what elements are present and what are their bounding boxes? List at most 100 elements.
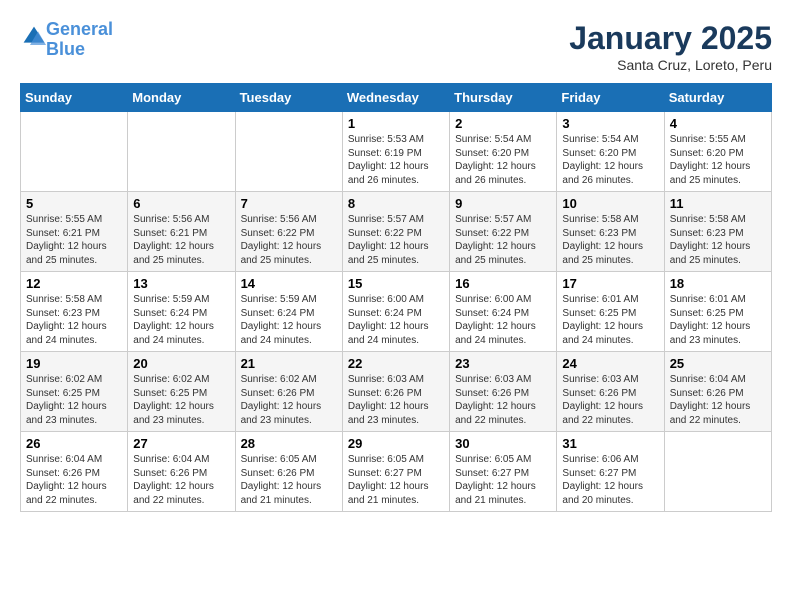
day-number: 31 — [562, 436, 658, 451]
day-info: Sunrise: 6:04 AM Sunset: 6:26 PM Dayligh… — [670, 373, 766, 427]
calendar-cell: 23 Sunrise: 6:03 AM Sunset: 6:26 PM Dayli… — [450, 352, 557, 432]
day-info: Sunrise: 6:05 AM Sunset: 6:27 PM Dayligh… — [348, 453, 444, 507]
day-info: Sunrise: 6:03 AM Sunset: 6:26 PM Dayligh… — [348, 373, 444, 427]
day-number: 10 — [562, 196, 658, 211]
day-info: Sunrise: 6:06 AM Sunset: 6:27 PM Dayligh… — [562, 453, 658, 507]
day-number: 3 — [562, 116, 658, 131]
day-number: 15 — [348, 276, 444, 291]
calendar-cell: 13Sunrise: 5:59 AM Sunset: 6:24 PM Dayli… — [128, 272, 235, 352]
day-number: 26 — [26, 436, 122, 451]
day-number: 22 — [348, 356, 444, 371]
calendar-cell: 31 Sunrise: 6:06 AM Sunset: 6:27 PM Dayli… — [557, 432, 664, 512]
calendar-cell: 14 Sunrise: 5:59 AM Sunset: 6:24 PM Dayli… — [235, 272, 342, 352]
day-number: 13 — [133, 276, 229, 291]
calendar-cell: 30 Sunrise: 6:05 AM Sunset: 6:27 PM Dayli… — [450, 432, 557, 512]
logo-text: General Blue — [46, 20, 113, 60]
day-number: 27 — [133, 436, 229, 451]
calendar-cell: 7Sunrise: 5:56 AM Sunset: 6:22 PM Daylig… — [235, 192, 342, 272]
weekday-header: Tuesday — [235, 84, 342, 112]
day-info: Sunrise: 6:03 AM Sunset: 6:26 PM Dayligh… — [455, 373, 551, 427]
calendar-cell: 22 Sunrise: 6:03 AM Sunset: 6:26 PM Dayli… — [342, 352, 449, 432]
calendar-cell: 24 Sunrise: 6:03 AM Sunset: 6:26 PM Dayli… — [557, 352, 664, 432]
day-number: 24 — [562, 356, 658, 371]
calendar-cell: 10 Sunrise: 5:58 AM Sunset: 6:23 PM Dayli… — [557, 192, 664, 272]
day-info: Sunrise: 6:02 AM Sunset: 6:25 PM Dayligh… — [26, 373, 122, 427]
calendar-cell: 25 Sunrise: 6:04 AM Sunset: 6:26 PM Dayli… — [664, 352, 771, 432]
month-title: January 2025 — [569, 20, 772, 57]
weekday-header: Thursday — [450, 84, 557, 112]
calendar-week-row: 12 Sunrise: 5:58 AM Sunset: 6:23 PM Dayli… — [21, 272, 772, 352]
day-info: Sunrise: 6:05 AM Sunset: 6:26 PM Dayligh… — [241, 453, 337, 507]
day-number: 16 — [455, 276, 551, 291]
day-number: 25 — [670, 356, 766, 371]
day-info: Sunrise: 5:58 AM Sunset: 6:23 PM Dayligh… — [670, 213, 766, 267]
logo: General Blue — [20, 20, 113, 60]
day-number: 28 — [241, 436, 337, 451]
day-info: Sunrise: 6:05 AM Sunset: 6:27 PM Dayligh… — [455, 453, 551, 507]
calendar-cell: 29 Sunrise: 6:05 AM Sunset: 6:27 PM Dayli… — [342, 432, 449, 512]
calendar-cell — [21, 112, 128, 192]
calendar-week-row: 26 Sunrise: 6:04 AM Sunset: 6:26 PM Dayli… — [21, 432, 772, 512]
day-info: Sunrise: 5:57 AM Sunset: 6:22 PM Dayligh… — [455, 213, 551, 267]
calendar-cell: 3Sunrise: 5:54 AM Sunset: 6:20 PM Daylig… — [557, 112, 664, 192]
day-info: Sunrise: 5:55 AM Sunset: 6:20 PM Dayligh… — [670, 133, 766, 187]
day-number: 21 — [241, 356, 337, 371]
calendar-cell: 9 Sunrise: 5:57 AM Sunset: 6:22 PM Daylig… — [450, 192, 557, 272]
calendar-cell: 16 Sunrise: 6:00 AM Sunset: 6:24 PM Dayli… — [450, 272, 557, 352]
calendar-week-row: 1 Sunrise: 5:53 AM Sunset: 6:19 PM Daylig… — [21, 112, 772, 192]
day-info: Sunrise: 5:58 AM Sunset: 6:23 PM Dayligh… — [562, 213, 658, 267]
day-number: 12 — [26, 276, 122, 291]
day-number: 18 — [670, 276, 766, 291]
day-info: Sunrise: 6:02 AM Sunset: 6:26 PM Dayligh… — [241, 373, 337, 427]
location-subtitle: Santa Cruz, Loreto, Peru — [569, 57, 772, 73]
day-number: 19 — [26, 356, 122, 371]
logo-icon — [22, 25, 46, 49]
day-number: 29 — [348, 436, 444, 451]
calendar-cell: 1 Sunrise: 5:53 AM Sunset: 6:19 PM Daylig… — [342, 112, 449, 192]
day-number: 30 — [455, 436, 551, 451]
title-block: January 2025 Santa Cruz, Loreto, Peru — [569, 20, 772, 73]
day-info: Sunrise: 6:04 AM Sunset: 6:26 PM Dayligh… — [26, 453, 122, 507]
day-info: Sunrise: 6:02 AM Sunset: 6:25 PM Dayligh… — [133, 373, 229, 427]
calendar-cell: 20Sunrise: 6:02 AM Sunset: 6:25 PM Dayli… — [128, 352, 235, 432]
day-number: 6 — [133, 196, 229, 211]
day-number: 5 — [26, 196, 122, 211]
day-number: 17 — [562, 276, 658, 291]
day-number: 8 — [348, 196, 444, 211]
calendar-cell: 5 Sunrise: 5:55 AM Sunset: 6:21 PM Daylig… — [21, 192, 128, 272]
day-number: 9 — [455, 196, 551, 211]
day-info: Sunrise: 5:55 AM Sunset: 6:21 PM Dayligh… — [26, 213, 122, 267]
day-info: Sunrise: 6:01 AM Sunset: 6:25 PM Dayligh… — [670, 293, 766, 347]
logo-line1: General — [46, 19, 113, 39]
calendar-cell: 2 Sunrise: 5:54 AM Sunset: 6:20 PM Daylig… — [450, 112, 557, 192]
weekday-header: Sunday — [21, 84, 128, 112]
weekday-header-row: SundayMondayTuesdayWednesdayThursdayFrid… — [21, 84, 772, 112]
calendar-cell: 12 Sunrise: 5:58 AM Sunset: 6:23 PM Dayli… — [21, 272, 128, 352]
day-number: 1 — [348, 116, 444, 131]
day-info: Sunrise: 5:58 AM Sunset: 6:23 PM Dayligh… — [26, 293, 122, 347]
day-info: Sunrise: 6:00 AM Sunset: 6:24 PM Dayligh… — [455, 293, 551, 347]
calendar-week-row: 5 Sunrise: 5:55 AM Sunset: 6:21 PM Daylig… — [21, 192, 772, 272]
logo-line2: Blue — [46, 39, 85, 59]
weekday-header: Friday — [557, 84, 664, 112]
day-number: 14 — [241, 276, 337, 291]
calendar-cell — [664, 432, 771, 512]
calendar-table: SundayMondayTuesdayWednesdayThursdayFrid… — [20, 83, 772, 512]
calendar-cell — [128, 112, 235, 192]
page-header: General Blue January 2025 Santa Cruz, Lo… — [20, 20, 772, 73]
weekday-header: Wednesday — [342, 84, 449, 112]
day-info: Sunrise: 6:00 AM Sunset: 6:24 PM Dayligh… — [348, 293, 444, 347]
day-info: Sunrise: 5:53 AM Sunset: 6:19 PM Dayligh… — [348, 133, 444, 187]
day-info: Sunrise: 6:03 AM Sunset: 6:26 PM Dayligh… — [562, 373, 658, 427]
calendar-cell: 19 Sunrise: 6:02 AM Sunset: 6:25 PM Dayli… — [21, 352, 128, 432]
calendar-cell: 8Sunrise: 5:57 AM Sunset: 6:22 PM Daylig… — [342, 192, 449, 272]
day-info: Sunrise: 5:59 AM Sunset: 6:24 PM Dayligh… — [241, 293, 337, 347]
day-info: Sunrise: 6:01 AM Sunset: 6:25 PM Dayligh… — [562, 293, 658, 347]
weekday-header: Monday — [128, 84, 235, 112]
day-number: 2 — [455, 116, 551, 131]
day-info: Sunrise: 5:54 AM Sunset: 6:20 PM Dayligh… — [455, 133, 551, 187]
calendar-week-row: 19 Sunrise: 6:02 AM Sunset: 6:25 PM Dayli… — [21, 352, 772, 432]
weekday-header: Saturday — [664, 84, 771, 112]
day-number: 23 — [455, 356, 551, 371]
calendar-cell: 4Sunrise: 5:55 AM Sunset: 6:20 PM Daylig… — [664, 112, 771, 192]
